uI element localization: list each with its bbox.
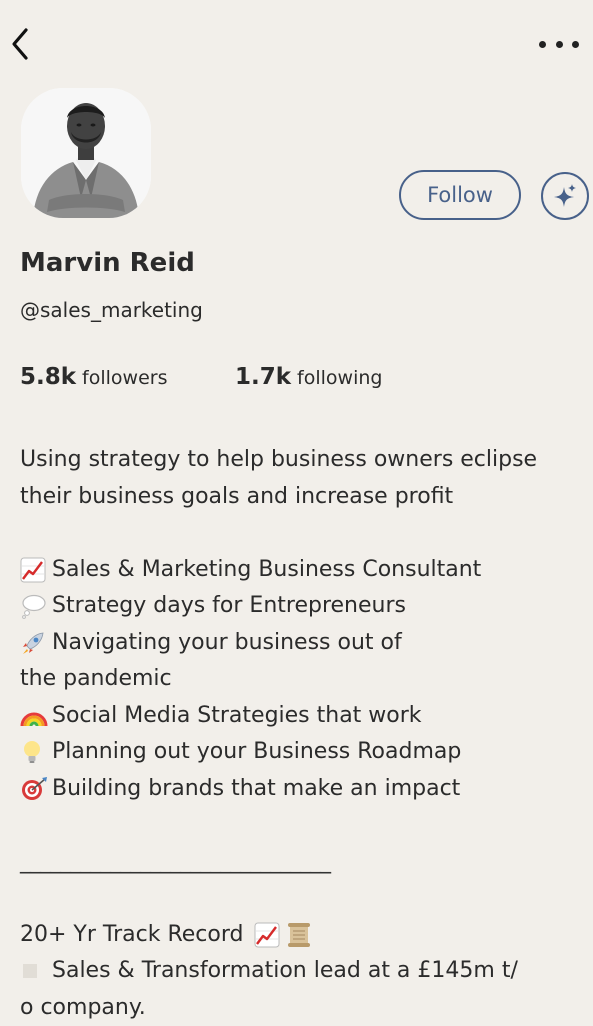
bio-intro-line: their business goals and increase profit: [20, 479, 585, 516]
profile-handle: @sales_marketing: [20, 298, 203, 322]
rocket-icon: [20, 630, 52, 656]
rainbow-icon: [20, 704, 52, 728]
followers-stat[interactable]: 5.8k followers: [20, 364, 167, 390]
more-dots-icon: [539, 41, 546, 48]
top-bar: [0, 0, 593, 90]
bio-bullet-text: Sales & Marketing Business Consultant: [52, 557, 481, 582]
thought-bubble-icon: [20, 593, 52, 619]
bio-bullet-text: Strategy days for Entrepreneurs: [52, 593, 406, 618]
bio-bullet-text: Building brands that make an impact: [52, 776, 460, 801]
square-bullet-icon: [20, 961, 52, 981]
bio-bullet-continuation: o company.: [20, 990, 585, 1026]
bio-bullet: Strategy days for Entrepreneurs: [20, 588, 585, 625]
bio-bullet-continuation: the pandemic: [20, 661, 585, 698]
bio-bullet: Sales & Marketing Business Consultant: [20, 552, 585, 589]
more-dot: [572, 41, 579, 48]
following-stat[interactable]: 1.7k following: [235, 364, 382, 390]
profile-photo: [21, 88, 151, 218]
scroll-icon: [286, 922, 318, 948]
following-label: following: [297, 367, 382, 389]
bio-bullet-text: Sales & Transformation lead at a £145m t…: [52, 958, 518, 983]
following-count: 1.7k: [235, 364, 291, 390]
chart-increasing-icon: [20, 557, 52, 583]
followers-label: followers: [82, 367, 167, 389]
followers-count: 5.8k: [20, 364, 76, 390]
chart-increasing-icon: [254, 922, 286, 948]
follow-button-label: Follow: [427, 183, 493, 207]
sparkle-button[interactable]: [541, 172, 589, 220]
light-bulb-icon: [20, 739, 52, 765]
bio-bullet-text: Social Media Strategies that work: [52, 703, 422, 728]
bio-bullet: Building brands that make an impact: [20, 771, 585, 808]
direct-hit-icon: [20, 776, 52, 802]
chevron-left-icon: [9, 26, 31, 62]
sparkle-icon: [550, 181, 580, 211]
bio-bullet: Planning out your Business Roadmap: [20, 734, 585, 771]
avatar[interactable]: [21, 88, 151, 218]
bio-bullet: Sales & Transformation lead at a £145m t…: [20, 953, 585, 990]
bio-bullet-text: Navigating your business out of: [52, 630, 402, 655]
back-button[interactable]: [6, 24, 34, 64]
bio-bullet-text: Planning out your Business Roadmap: [52, 739, 461, 764]
bio-track-record: 20+ Yr Track Record: [20, 917, 585, 954]
bio-bullet: Social Media Strategies that work: [20, 698, 585, 735]
more-options-button[interactable]: [539, 34, 579, 54]
bio-intro-line: Using strategy to help business owners e…: [20, 442, 585, 479]
bio-bullet: Navigating your business out of: [20, 625, 585, 662]
track-record-text: 20+ Yr Track Record: [20, 922, 243, 947]
follow-button[interactable]: Follow: [399, 170, 521, 220]
bio-divider: _______________________________: [20, 844, 585, 881]
profile-name: Marvin Reid: [20, 248, 195, 278]
more-dot: [556, 41, 563, 48]
profile-bio: Using strategy to help business owners e…: [20, 442, 585, 1026]
